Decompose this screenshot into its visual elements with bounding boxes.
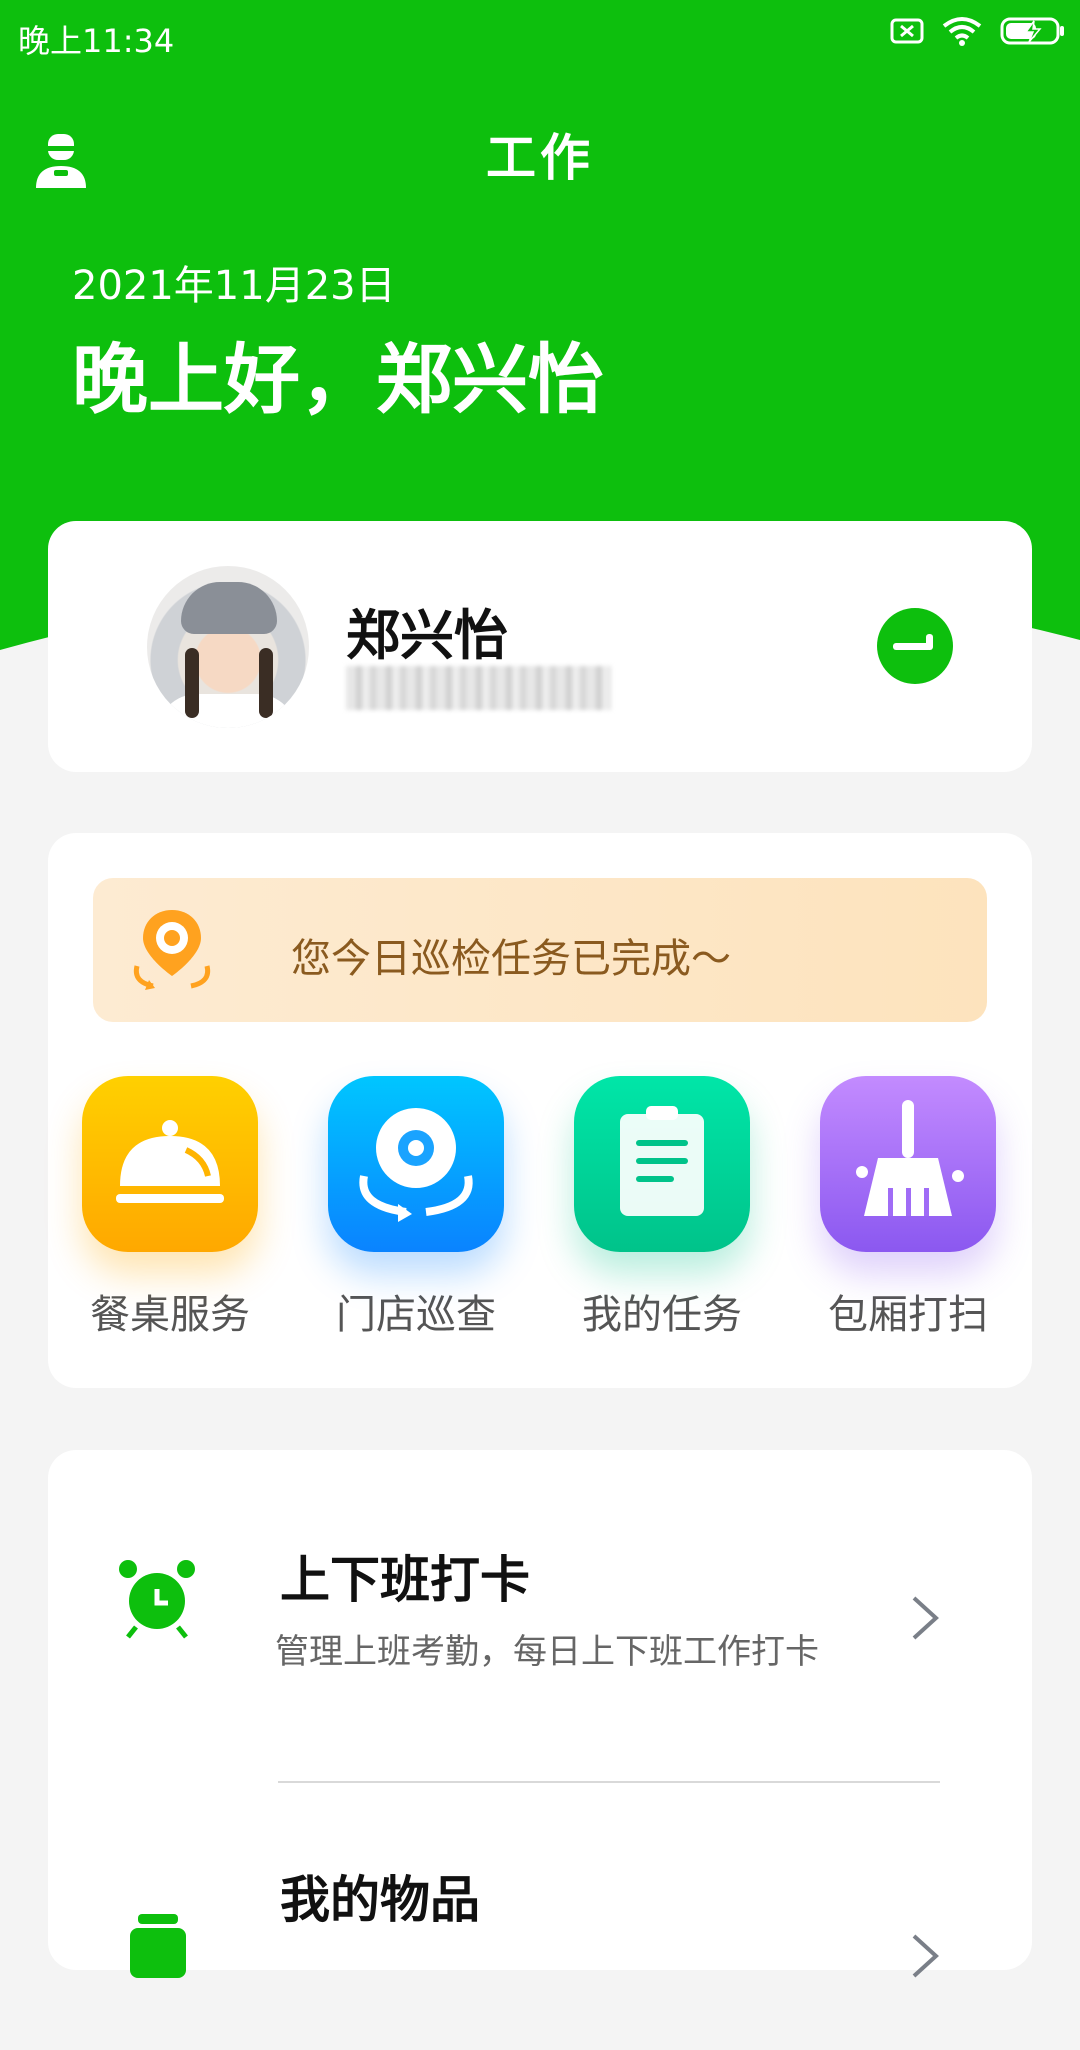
clipboard-icon [620, 1106, 704, 1216]
avatar[interactable] [147, 566, 309, 728]
tool-room-cleaning-icon-box [820, 1076, 996, 1252]
broom-icon [856, 1100, 964, 1216]
tool-store-inspection[interactable]: 门店巡查 [316, 1076, 516, 1340]
profile-card[interactable]: 郑兴怡 [48, 521, 1032, 772]
profile-name: 郑兴怡 [346, 604, 508, 667]
menu-title: 我的物品 [280, 1871, 480, 1929]
tool-table-service-icon-box [82, 1076, 258, 1252]
tool-store-inspection-icon-box [328, 1076, 504, 1252]
location-rotate-icon [359, 1108, 473, 1222]
status-icons [890, 16, 1066, 46]
tool-my-tasks[interactable]: 我的任务 [562, 1076, 762, 1340]
logout-icon [893, 634, 933, 650]
service-bell-icon [116, 1120, 224, 1203]
battery-charging-icon [1000, 17, 1064, 45]
tool-label: 包厢打扫 [828, 1292, 988, 1338]
inspection-notice[interactable]: 您今日巡检任务已完成～ [93, 878, 987, 1022]
tool-room-cleaning[interactable]: 包厢打扫 [808, 1076, 1008, 1340]
menu-card: 上下班打卡 管理上班考勤，每日上下班工作打卡 我的物品 [48, 1450, 1032, 1978]
divider [278, 1781, 940, 1783]
menu-desc: 管理上班考勤，每日上下班工作打卡 [275, 1632, 819, 1672]
alarm-clock-icon [119, 1560, 195, 1639]
tools-card: 您今日巡检任务已完成～ 餐桌服务 门店巡查 我的任务 包厢打扫 [48, 833, 1032, 1388]
notice-text: 您今日巡检任务已完成～ [291, 936, 731, 982]
wifi-icon [942, 17, 982, 46]
sim-icon [890, 18, 924, 44]
date-text: 2021年11月23日 [72, 263, 396, 309]
tool-label: 我的任务 [582, 1292, 742, 1338]
status-time: 晚上11:34 [18, 22, 175, 60]
menu-item-clock-in[interactable]: 上下班打卡 管理上班考勤，每日上下班工作打卡 [48, 1520, 1032, 1720]
items-icon [130, 1914, 186, 1978]
chevron-right-icon [912, 1596, 939, 1640]
greeting-text: 晚上好，郑兴怡 [72, 335, 604, 424]
profile-phone-blurred [346, 666, 611, 710]
tool-table-service[interactable]: 餐桌服务 [70, 1076, 270, 1340]
chevron-right-icon [912, 1934, 939, 1978]
menu-item-my-items[interactable]: 我的物品 [48, 1850, 1032, 2050]
tool-my-tasks-icon-box [574, 1076, 750, 1252]
menu-title: 上下班打卡 [280, 1551, 530, 1609]
page-title: 工作 [486, 129, 594, 187]
tool-label: 餐桌服务 [90, 1292, 250, 1338]
logout-button[interactable] [877, 608, 953, 684]
location-pin-icon [133, 910, 211, 990]
tool-label: 门店巡查 [336, 1292, 496, 1338]
